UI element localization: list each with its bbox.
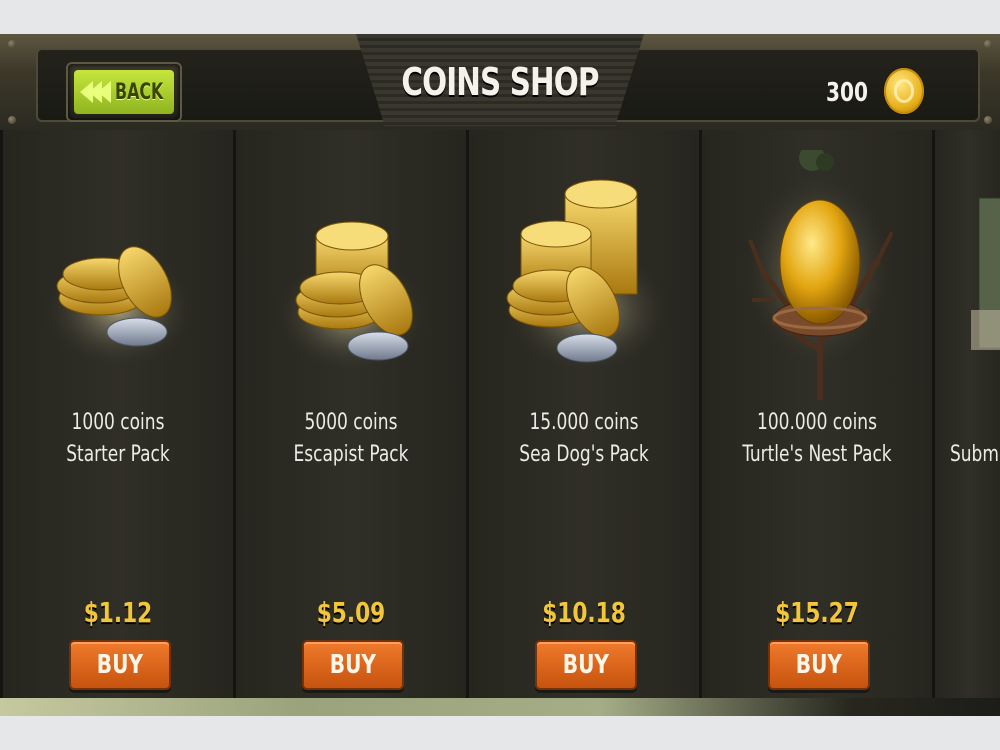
pack-price: $15.27 [775, 596, 859, 629]
coin-amount: 1000 coins [71, 410, 165, 435]
pack-price: $5.09 [316, 596, 386, 629]
buy-button[interactable]: BUY [69, 640, 171, 690]
coin-amount: 5 [944, 410, 1000, 435]
coin-amount: 100.000 coins [757, 410, 877, 435]
pack-list[interactable]: 1000 coins Starter Pack $1.12 BUY 5000 c… [0, 130, 1000, 698]
pack-name: Escapist Pack [293, 442, 409, 467]
coin-amount: 15.000 coins [529, 410, 639, 435]
buy-label: BUY [96, 650, 144, 680]
pack-name: Turtle's Nest Pack [742, 442, 892, 467]
coin-icon [884, 68, 924, 114]
rivet-decoration [984, 40, 992, 48]
page-title: COINS SHOP [401, 60, 599, 104]
buy-button[interactable]: BUY [535, 640, 637, 690]
coin-amount: 5000 coins [304, 410, 398, 435]
pack-price: $10.18 [542, 596, 626, 629]
pack-card-turtles-nest[interactable]: 100.000 coins Turtle's Nest Pack $15.27 … [699, 130, 932, 698]
footer-strip [0, 698, 1000, 716]
large-coin-stacks-icon [469, 150, 699, 410]
back-arrow-icon [80, 81, 111, 103]
coins-shop-screen: BACK COINS SHOP 300 1000 coins Starter P… [0, 34, 1000, 716]
partial-item-icon [935, 150, 1000, 410]
pack-name: Starter Pack [66, 442, 170, 467]
pack-name: Sea Dog's Pack [519, 442, 649, 467]
header-bar: BACK COINS SHOP 300 [0, 34, 1000, 133]
back-button-face: BACK [74, 70, 174, 114]
rivet-decoration [984, 116, 992, 124]
pack-card-starter[interactable]: 1000 coins Starter Pack $1.12 BUY [0, 130, 233, 698]
buy-label: BUY [562, 650, 610, 680]
back-label: BACK [115, 79, 164, 105]
pack-price: $1.12 [83, 596, 153, 629]
coin-stack-icon [236, 150, 466, 410]
pack-card-sea-dog[interactable]: 15.000 coins Sea Dog's Pack $10.18 BUY [466, 130, 699, 698]
small-coin-pile-icon [3, 150, 233, 410]
buy-label: BUY [795, 650, 843, 680]
rivet-decoration [8, 40, 16, 48]
buy-button[interactable]: BUY [302, 640, 404, 690]
pack-name: Submer [949, 442, 1000, 467]
coin-balance: 300 [826, 78, 868, 108]
pack-card-submer[interactable]: 5 Submer [932, 130, 1000, 698]
buy-button[interactable]: BUY [768, 640, 870, 690]
back-button[interactable]: BACK [66, 62, 182, 122]
rivet-decoration [8, 116, 16, 124]
golden-egg-nest-icon [702, 145, 932, 410]
buy-label: BUY [329, 650, 377, 680]
pack-card-escapist[interactable]: 5000 coins Escapist Pack $5.09 BUY [233, 130, 466, 698]
